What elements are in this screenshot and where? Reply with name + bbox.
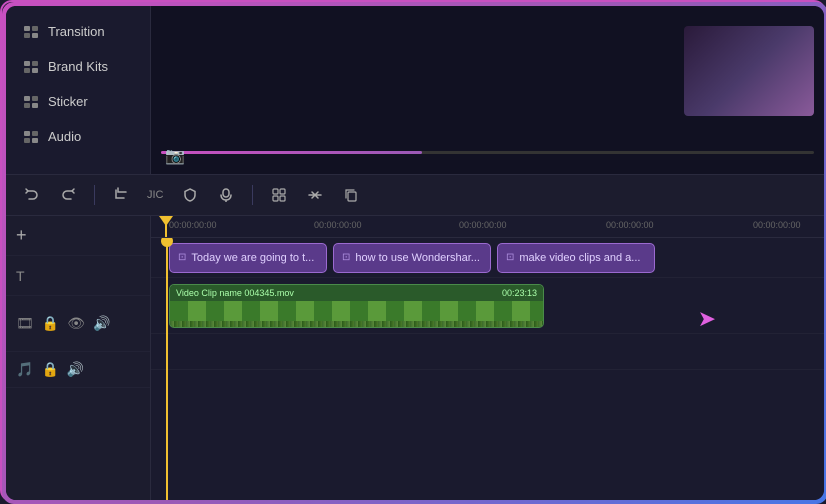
- audio-track-mute-icon[interactable]: 🔊: [67, 361, 84, 378]
- sidebar-item-brand-kits-label: Brand Kits: [48, 59, 108, 74]
- video-track-controls: 🎞 🔒 👁 🔊: [6, 296, 150, 352]
- preview-thumbnail: [684, 26, 814, 116]
- toolbar: JIC: [6, 174, 824, 216]
- text-clip-label-1: how to use Wondershar...: [355, 252, 480, 264]
- sidebar-item-transition-label: Transition: [48, 24, 105, 39]
- camera-icon: 📷: [165, 146, 185, 166]
- ruler-mark-2: 00:00:00:00: [459, 220, 507, 230]
- video-track-eye-icon[interactable]: 👁: [67, 315, 85, 332]
- add-track-row: +: [6, 216, 150, 256]
- sidebar-item-sticker-label: Sticker: [48, 94, 88, 109]
- preview-progress-fill: [161, 151, 422, 154]
- text-clip-1[interactable]: ⊡ how to use Wondershar...: [333, 243, 491, 273]
- text-clips-track: ⊡ Today we are going to t... ⊡ how to us…: [151, 238, 824, 278]
- video-clip-frames: [170, 301, 543, 328]
- video-clip-duration: 00:23:13: [502, 288, 537, 298]
- copy-button[interactable]: [337, 183, 365, 207]
- playhead-ruler: [165, 216, 167, 237]
- video-track: Video Clip name 004345.mov 00:23:13: [151, 278, 824, 334]
- audio-wave-overlay: [170, 321, 543, 328]
- text-clip-icon-2: ⊡: [506, 252, 514, 263]
- text-clip-icon-0: ⊡: [178, 252, 186, 263]
- sticker-icon: [22, 95, 40, 109]
- text-track-icon: T: [16, 268, 25, 284]
- layout-button[interactable]: [265, 183, 293, 207]
- video-clip-header: Video Clip name 004345.mov 00:23:13: [170, 285, 543, 301]
- text-clip-label-0: Today we are going to t...: [191, 252, 314, 264]
- app-wrapper: Transition Brand Kits Sticker: [2, 2, 826, 504]
- audio-track: [151, 334, 824, 370]
- main-container: Transition Brand Kits Sticker: [6, 6, 824, 500]
- video-clip[interactable]: Video Clip name 004345.mov 00:23:13: [169, 284, 544, 328]
- undo-button[interactable]: [18, 183, 46, 207]
- left-sidebar: Transition Brand Kits Sticker: [6, 6, 151, 174]
- add-track-button[interactable]: +: [16, 225, 27, 246]
- text-clip-0[interactable]: ⊡ Today we are going to t...: [169, 243, 327, 273]
- preview-area: 📷: [151, 6, 824, 174]
- tracks-area: ⊡ Today we are going to t... ⊡ how to us…: [151, 238, 824, 500]
- timeline-ruler: 00:00:00:00 00:00:00:00 00:00:00:00 00:0…: [151, 216, 824, 238]
- redo-button[interactable]: [54, 183, 82, 207]
- mic-button[interactable]: [212, 183, 240, 207]
- ruler-mark-0: 00:00:00:00: [169, 220, 217, 230]
- sidebar-item-sticker[interactable]: Sticker: [6, 84, 150, 119]
- timeline-content: 00:00:00:00 00:00:00:00 00:00:00:00 00:0…: [151, 216, 824, 500]
- sidebar-item-transition[interactable]: Transition: [6, 14, 150, 49]
- track-controls: + T 🎞 🔒 👁 🔊 🎵 🔒 🔊: [6, 216, 151, 500]
- preview-progress-bar: [161, 151, 814, 154]
- text-clip-label-2: make video clips and a...: [519, 252, 640, 264]
- jic-button[interactable]: JIC: [143, 187, 168, 203]
- transition-icon: [22, 25, 40, 39]
- video-track-lock-icon[interactable]: 🔒: [42, 315, 59, 332]
- ruler-mark-1: 00:00:00:00: [314, 220, 362, 230]
- video-track-mute-icon[interactable]: 🔊: [93, 315, 110, 332]
- toolbar-divider-2: [252, 185, 253, 205]
- text-clip-icon-1: ⊡: [342, 252, 350, 263]
- shield-button[interactable]: [176, 183, 204, 207]
- ruler-mark-4: 00:00:00:00: [753, 220, 801, 230]
- video-track-camera-icon: 🎞: [16, 315, 34, 332]
- brand-kits-icon: [22, 60, 40, 74]
- playhead-marker: [159, 216, 173, 226]
- audio-track-lock-icon[interactable]: 🔒: [41, 361, 58, 378]
- ruler-mark-3: 00:00:00:00: [606, 220, 654, 230]
- text-track-controls: T: [6, 256, 150, 296]
- sidebar-item-audio-label: Audio: [48, 129, 81, 144]
- video-clip-name: Video Clip name 004345.mov: [176, 288, 294, 298]
- audio-track-music-icon: 🎵: [16, 361, 33, 378]
- audio-icon: [22, 130, 40, 144]
- crop-button[interactable]: [107, 183, 135, 207]
- audio-track-controls: 🎵 🔒 🔊: [6, 352, 150, 388]
- toolbar-divider-1: [94, 185, 95, 205]
- text-clip-2[interactable]: ⊡ make video clips and a...: [497, 243, 655, 273]
- sidebar-item-brand-kits[interactable]: Brand Kits: [6, 49, 150, 84]
- sidebar-item-audio[interactable]: Audio: [6, 119, 150, 154]
- timeline-section: + T 🎞 🔒 👁 🔊 🎵 🔒 🔊: [6, 216, 824, 500]
- top-section: Transition Brand Kits Sticker: [6, 6, 824, 174]
- transition-toolbar-button[interactable]: [301, 183, 329, 207]
